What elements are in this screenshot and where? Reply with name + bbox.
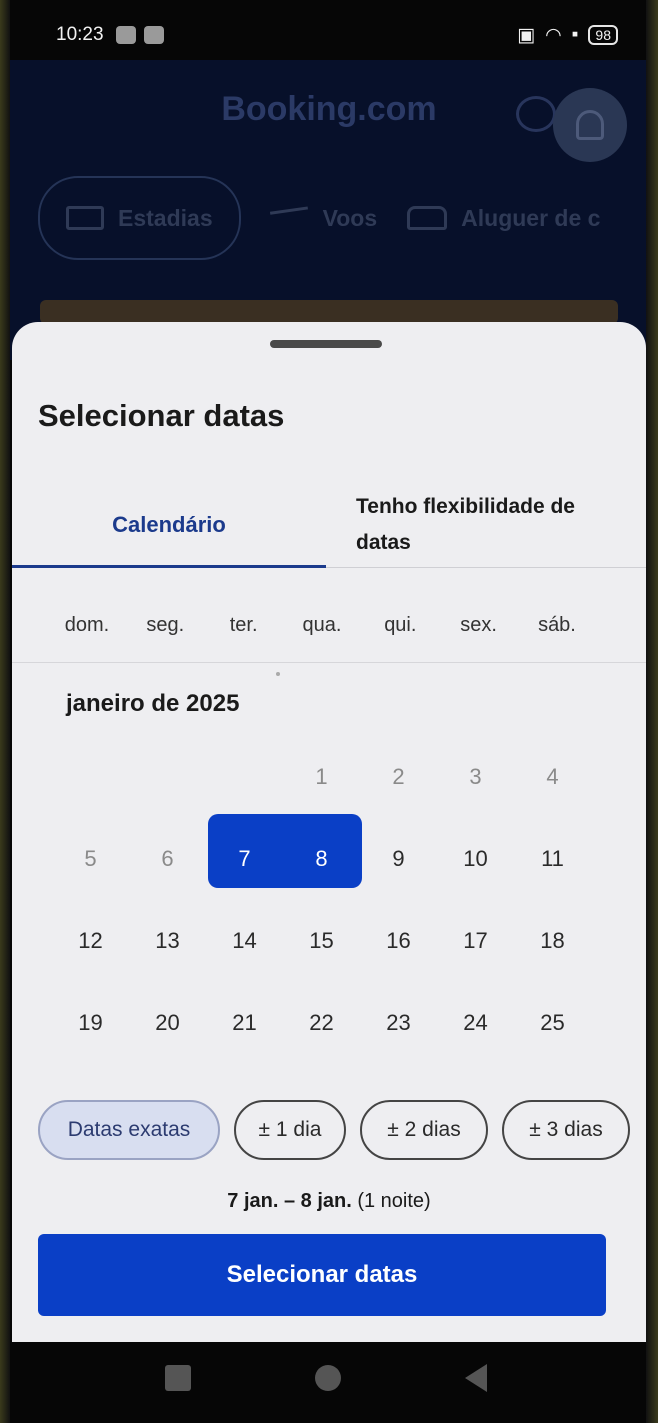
calendar-day[interactable]: 14 bbox=[206, 928, 283, 954]
calendar-week: 12 13 14 15 16 17 18 bbox=[52, 900, 592, 982]
square-icon bbox=[165, 1365, 191, 1391]
wifi-icon: ◠ bbox=[545, 24, 562, 46]
status-left-icons bbox=[115, 26, 164, 44]
notifications-button[interactable] bbox=[553, 88, 627, 162]
tab-flexible-dates[interactable]: Tenho flexibilidade de datas bbox=[326, 482, 646, 568]
calendar-day[interactable]: 16 bbox=[360, 928, 437, 954]
calendar-day[interactable]: 18 bbox=[514, 928, 591, 954]
nfc-icon: ▣ bbox=[517, 24, 536, 46]
active-tab-underline bbox=[12, 565, 326, 568]
calendar-day-past: 6 bbox=[161, 846, 174, 871]
scroll-indicator bbox=[276, 672, 280, 676]
exact-dates-chip[interactable]: Datas exatas bbox=[38, 1100, 220, 1160]
home-button[interactable] bbox=[310, 1358, 346, 1398]
triangle-back-icon bbox=[465, 1364, 487, 1392]
selected-range-dates: 7 jan. – 8 jan. bbox=[227, 1190, 352, 1212]
calendar-week: 1 2 3 4 bbox=[52, 736, 592, 818]
weekday-label: dom. bbox=[64, 614, 110, 636]
weekday-label: qua. bbox=[302, 614, 342, 636]
select-dates-button[interactable]: Selecionar datas bbox=[38, 1234, 606, 1316]
app-notification-icon bbox=[143, 26, 164, 44]
tab-stays-label: Estadias bbox=[118, 204, 213, 231]
back-button[interactable] bbox=[458, 1358, 494, 1398]
weekday-label: seg. bbox=[146, 614, 185, 636]
calendar-day-past: 2 bbox=[392, 764, 405, 789]
flexibility-options: Datas exatas ± 1 dia ± 2 dias ± 3 dias bbox=[38, 1100, 638, 1160]
battery-icon: 98 bbox=[588, 25, 618, 45]
bed-icon bbox=[66, 206, 104, 230]
plus-minus-2-days-chip[interactable]: ± 2 dias bbox=[360, 1100, 488, 1160]
tab-stays[interactable]: Estadias bbox=[38, 176, 241, 260]
calendar-day[interactable]: 20 bbox=[129, 1010, 206, 1036]
tab-flights-label: Voos bbox=[322, 204, 378, 231]
weekday-label: sáb. bbox=[538, 614, 576, 636]
circle-icon bbox=[315, 1365, 341, 1391]
weekday-label: sex. bbox=[460, 614, 497, 636]
calendar-day[interactable]: 25 bbox=[514, 1010, 591, 1036]
selected-range-summary: 7 jan. – 8 jan. (1 noite) bbox=[12, 1190, 646, 1213]
plane-icon bbox=[269, 206, 310, 230]
weekday-label: ter. bbox=[229, 614, 258, 636]
calendar-day[interactable]: 11 bbox=[514, 846, 591, 872]
tab-car-rental[interactable]: Aluguer de c bbox=[407, 205, 600, 232]
recents-button[interactable] bbox=[160, 1358, 196, 1398]
search-box-edge bbox=[40, 300, 618, 324]
calendar-day-checkout[interactable]: 8 bbox=[283, 846, 360, 872]
calendar-day[interactable]: 23 bbox=[360, 1010, 437, 1036]
tab-car-rental-label: Aluguer de c bbox=[461, 204, 601, 231]
tab-calendar[interactable]: Calendário bbox=[12, 482, 326, 568]
calendar-week: 19 20 21 22 23 24 25 bbox=[52, 982, 592, 1064]
calendar-week: 5 6 7 8 9 10 11 bbox=[52, 818, 592, 900]
calendar-day-checkin[interactable]: 7 bbox=[206, 846, 283, 872]
selected-range-nights: (1 noite) bbox=[357, 1190, 431, 1212]
month-title: janeiro de 2025 bbox=[66, 690, 240, 717]
tab-calendar-label: Calendário bbox=[112, 512, 226, 537]
calendar-day[interactable]: 15 bbox=[283, 928, 360, 954]
calendar-day-past: 4 bbox=[546, 764, 559, 789]
date-mode-tabs: Calendário Tenho flexibilidade de datas bbox=[12, 482, 646, 568]
tab-divider bbox=[326, 567, 646, 568]
calendar-day-past: 5 bbox=[84, 846, 97, 871]
calendar-day-past: 3 bbox=[469, 764, 482, 789]
chat-icon[interactable] bbox=[516, 96, 556, 132]
plus-minus-3-days-chip[interactable]: ± 3 dias bbox=[502, 1100, 630, 1160]
calendar-day[interactable]: 19 bbox=[52, 1010, 129, 1036]
date-picker-sheet: Selecionar datas Calendário Tenho flexib… bbox=[12, 322, 646, 1342]
status-right-icons: ▣ ◠ ▪ 98 bbox=[517, 24, 618, 47]
weekday-label: qui. bbox=[384, 614, 417, 636]
status-bar: 10:23 ▣ ◠ ▪ 98 bbox=[56, 18, 618, 52]
notification-icon bbox=[115, 26, 136, 44]
product-tabs: Estadias Voos Aluguer de c bbox=[38, 176, 658, 260]
calendar-day[interactable]: 10 bbox=[437, 846, 514, 872]
bezel-left bbox=[0, 0, 10, 1423]
weekday-header: dom. seg. ter. qua. qui. sex. sáb. bbox=[52, 614, 592, 637]
calendar-day[interactable]: 17 bbox=[437, 928, 514, 954]
calendar-grid: 1 2 3 4 5 6 7 8 9 10 11 12 13 14 15 16 1… bbox=[52, 736, 592, 1064]
sim-icon: ▪ bbox=[571, 24, 579, 45]
calendar-day[interactable]: 21 bbox=[206, 1010, 283, 1036]
tab-flexible-label-line1: Tenho flexibilidade de bbox=[356, 495, 575, 518]
plus-minus-1-day-chip[interactable]: ± 1 dia bbox=[234, 1100, 346, 1160]
status-time: 10:23 bbox=[56, 24, 104, 45]
sheet-title: Selecionar datas bbox=[38, 398, 285, 433]
calendar-day[interactable]: 24 bbox=[437, 1010, 514, 1036]
bell-icon bbox=[576, 110, 604, 140]
calendar-day[interactable]: 13 bbox=[129, 928, 206, 954]
calendar-day-past: 1 bbox=[315, 764, 328, 789]
calendar-day[interactable]: 12 bbox=[52, 928, 129, 954]
calendar-day[interactable]: 22 bbox=[283, 1010, 360, 1036]
system-nav-bar bbox=[0, 1350, 658, 1410]
car-icon bbox=[407, 206, 448, 230]
tab-flexible-label-line2: datas bbox=[356, 531, 411, 554]
calendar-day[interactable]: 9 bbox=[360, 846, 437, 872]
sheet-drag-handle[interactable] bbox=[270, 340, 382, 348]
weekday-divider bbox=[12, 662, 646, 663]
tab-flights[interactable]: Voos bbox=[269, 204, 378, 232]
phone-screen: 10:23 ▣ ◠ ▪ 98 Booking.com Estadias Voos… bbox=[0, 0, 658, 1423]
